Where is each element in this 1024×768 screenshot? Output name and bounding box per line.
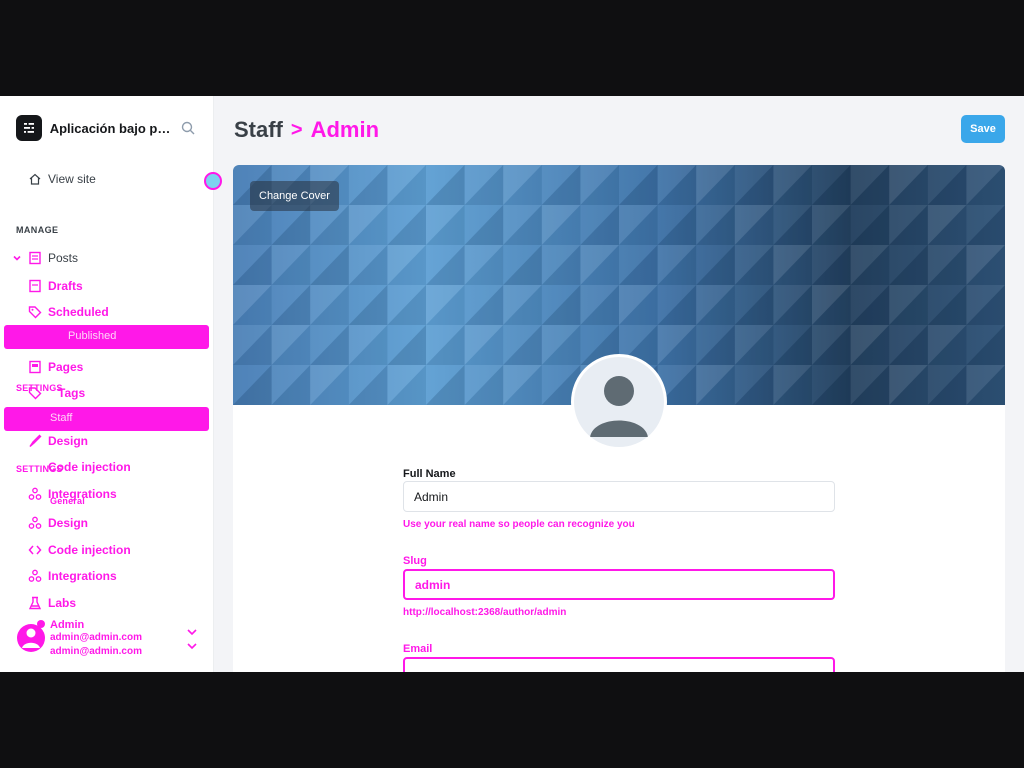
posts-label: Posts xyxy=(48,251,79,265)
page-title: Admin xyxy=(310,117,380,142)
flask-icon xyxy=(28,596,42,610)
sidebar-item-labs[interactable]: Labs xyxy=(28,592,76,614)
design-label: Design xyxy=(48,434,89,448)
chevron-down-icon xyxy=(187,643,197,650)
slug-label: Slug xyxy=(403,555,427,567)
sidebar-item-published[interactable]: Published xyxy=(4,325,209,349)
sidebar-item-labs-ghost[interactable]: Design xyxy=(28,512,88,534)
sidebar-item-integrations[interactable]: Integrations xyxy=(28,565,117,587)
user-menu[interactable]: Admin admin@admin.com admin@admin.com xyxy=(16,616,202,662)
posts-icon xyxy=(29,251,41,265)
app-logo-icon xyxy=(16,115,42,141)
breadcrumb-separator: > xyxy=(290,118,303,141)
published-label: Published xyxy=(68,330,117,342)
sidebar-item-code-injection-ghost[interactable]: Code injection xyxy=(28,456,131,478)
pages-icon xyxy=(29,360,41,374)
view-site-link[interactable]: View site xyxy=(28,172,96,186)
user-name: Admin xyxy=(50,619,85,631)
main-content: Staff > Admin Save Change Cover Full Nam… xyxy=(215,96,1024,672)
sidebar-item-pages[interactable]: Pages xyxy=(28,356,83,378)
code-injection-ghost-label: Code injection xyxy=(48,460,131,474)
search-icon[interactable] xyxy=(180,120,196,136)
tag-icon xyxy=(28,387,42,400)
general-ghost-label: General xyxy=(50,496,85,506)
view-site-label: View site xyxy=(48,172,96,186)
integrations-icon xyxy=(28,569,42,582)
drafts-icon xyxy=(29,279,41,293)
full-name-label: Full Name xyxy=(403,468,456,480)
breadcrumb-staff[interactable]: Staff xyxy=(234,117,283,143)
sidebar-item-code-injection[interactable]: Code injection xyxy=(28,539,131,561)
full-name-hint: Use your real name so people can recogni… xyxy=(403,519,635,530)
slug-hint: http://localhost:2368/author/admin xyxy=(403,607,567,618)
staff-label: Staff xyxy=(50,412,73,424)
sidebar-item-staff[interactable]: Staff xyxy=(4,407,209,431)
full-name-input[interactable] xyxy=(403,481,835,512)
sidebar-item-drafts[interactable]: Drafts xyxy=(28,275,83,297)
avatar xyxy=(17,620,45,652)
sidebar-item-tags[interactable]: Tags xyxy=(28,382,85,404)
user-silhouette-icon xyxy=(590,376,648,437)
scheduled-label: Scheduled xyxy=(48,305,109,319)
change-cover-button[interactable]: Change Cover xyxy=(250,181,339,211)
chevron-down-icon xyxy=(187,629,197,636)
profile-card: Change Cover Full Name Use your real nam… xyxy=(233,165,1005,672)
brand[interactable]: Aplicación bajo pr... xyxy=(16,115,196,141)
labs-icon xyxy=(28,516,42,529)
sidebar-item-scheduled[interactable]: Scheduled xyxy=(28,301,109,323)
slug-input[interactable] xyxy=(403,569,835,600)
profile-photo[interactable] xyxy=(571,354,667,450)
user-email: admin@admin.com xyxy=(50,632,142,643)
tags-label: Tags xyxy=(58,386,86,400)
sidebar-item-design[interactable]: Design xyxy=(28,430,88,452)
sidebar-item-posts[interactable]: Posts xyxy=(12,247,78,269)
save-button[interactable]: Save xyxy=(961,115,1005,143)
email-input[interactable] xyxy=(403,657,835,672)
app-screen: Aplicación bajo pr... View site MANAGE P… xyxy=(0,96,1024,672)
drafts-label: Drafts xyxy=(48,279,83,293)
tag-icon xyxy=(28,306,42,319)
integrations-icon xyxy=(28,487,42,500)
code-icon xyxy=(28,545,42,555)
app-name: Aplicación bajo pr... xyxy=(49,120,173,136)
code-injection-label: Code injection xyxy=(48,543,131,557)
integrations-label: Integrations xyxy=(48,569,117,583)
email-label: Email xyxy=(403,643,433,655)
brush-icon xyxy=(29,434,42,448)
labs-ghost-label: Design xyxy=(48,516,89,530)
chevron-down-icon xyxy=(13,255,21,261)
manage-section-label: MANAGE xyxy=(16,225,59,235)
user-email-duplicate: admin@admin.com xyxy=(50,646,142,657)
sidebar: Aplicación bajo pr... View site MANAGE P… xyxy=(0,96,222,672)
pages-label: Pages xyxy=(48,360,84,374)
home-icon xyxy=(29,173,41,185)
breadcrumb: Staff > Admin xyxy=(234,117,379,143)
labs-label: Labs xyxy=(48,596,77,610)
